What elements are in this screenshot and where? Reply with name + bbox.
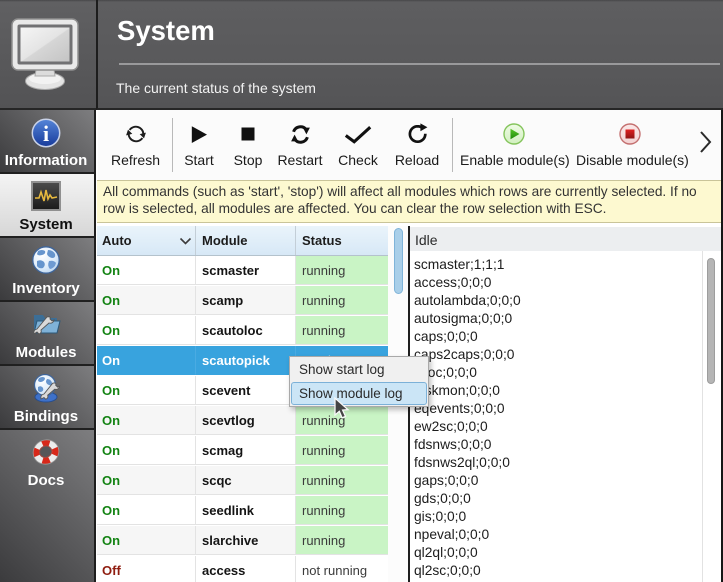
svg-text:i: i	[43, 121, 49, 146]
